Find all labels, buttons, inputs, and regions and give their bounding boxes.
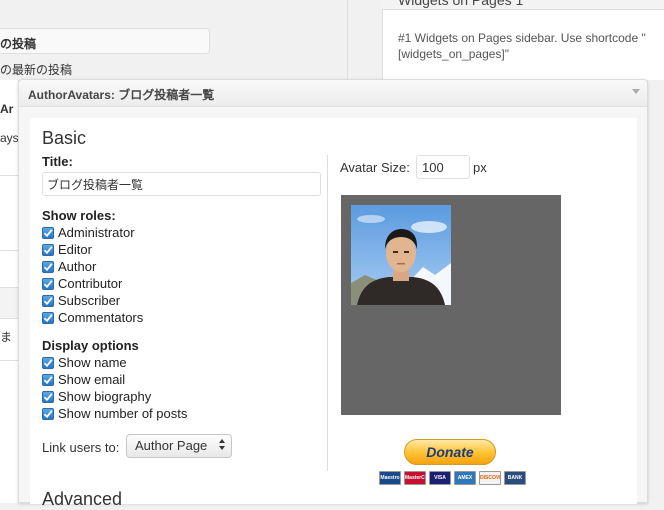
amex-card-icon: AMEX [454,471,476,485]
link-users-select[interactable]: Author Page [126,434,232,458]
role-label: Author [58,259,97,274]
checkbox-checked-icon[interactable] [42,260,54,273]
divider [0,175,18,176]
sidebar-description: の最新の投稿 [0,63,73,77]
role-label: Editor [58,242,92,257]
settings-column-divider [327,155,328,471]
widget-fragment[interactable]: Ar [0,102,13,116]
show-roles-label: Show roles: [42,208,116,223]
widget-settings: Basic Title: Show roles: Administrator E… [30,118,637,509]
payment-cards: Maestro MasterCard VISA AMEX DISCOVER BA… [379,471,526,485]
widget-title: AuthorAvatars: ブログ投稿者一覧 [28,88,215,102]
maestro-card-icon: Maestro [379,471,401,485]
sidebar-description-widgets-on-pages: #1 Widgets on Pages sidebar. Use shortco… [398,31,646,61]
option-show-post-count: Show number of posts [42,405,187,422]
avatar-photo [351,205,451,305]
display-options-label: Display options [42,338,139,353]
role-administrator: Administrator [42,224,143,241]
widget-toggle-arrow-icon[interactable] [632,89,640,94]
title-label: Title: [42,154,73,169]
author-avatars-widget: AuthorAvatars: ブログ投稿者一覧 Basic Title: Sho… [18,79,648,509]
divider [0,250,18,251]
donate-button[interactable]: Donate [404,439,496,465]
widget-section-band [0,287,18,319]
checkbox-checked-icon[interactable] [42,356,54,369]
option-label: Show name [58,355,127,370]
checkbox-checked-icon[interactable] [42,243,54,256]
sidebar-title-widgets-on-pages[interactable]: Widgets on Pages 1 [382,0,664,10]
role-label: Subscriber [58,293,121,308]
avatar-size-unit: px [473,160,487,175]
discover-card-icon: DISCOVER [479,471,501,485]
advanced-heading: Advanced [42,489,123,509]
display-options-list: Show name Show email Show biography Show… [42,354,187,422]
checkbox-checked-icon[interactable] [42,311,54,324]
widget-fragment: ま [0,330,13,344]
checkbox-checked-icon[interactable] [42,373,54,386]
role-editor: Editor [42,241,143,258]
option-label: Show biography [58,389,152,404]
role-subscriber: Subscriber [42,292,143,309]
select-arrows-icon [219,439,225,450]
option-show-email: Show email [42,371,187,388]
sidebar-name[interactable]: の投稿 [0,28,210,54]
checkbox-checked-icon[interactable] [42,407,54,420]
roles-list: Administrator Editor Author Contributor … [42,224,143,326]
divider [0,360,18,361]
mastercard-card-icon: MasterCard [404,471,426,485]
checkbox-checked-icon[interactable] [42,390,54,403]
avatar-size-label: Avatar Size: [340,160,410,175]
role-label: Commentators [58,310,144,325]
column-divider [347,0,348,80]
checkbox-checked-icon[interactable] [42,226,54,239]
title-input[interactable] [42,172,321,196]
role-commentators: Commentators [42,309,143,326]
role-label: Contributor [58,276,123,291]
option-show-biography: Show biography [42,388,187,405]
checkbox-checked-icon[interactable] [42,277,54,290]
basic-heading: Basic [42,128,87,148]
link-users-label: Link users to: [42,440,120,455]
widget-title-bar[interactable]: AuthorAvatars: ブログ投稿者一覧 [19,80,647,107]
visa-card-icon: VISA [429,471,451,485]
widget-fragment: ays [0,131,19,145]
bank-icon: BANK [504,471,526,485]
checkbox-checked-icon[interactable] [42,294,54,307]
role-contributor: Contributor [42,275,143,292]
option-label: Show number of posts [58,406,188,421]
option-label: Show email [58,372,126,387]
role-label: Administrator [58,225,135,240]
avatar-preview [341,195,561,415]
role-author: Author [42,258,143,275]
option-show-name: Show name [42,354,187,371]
link-users-value: Author Page [135,438,208,453]
avatar-size-input[interactable] [416,155,470,179]
